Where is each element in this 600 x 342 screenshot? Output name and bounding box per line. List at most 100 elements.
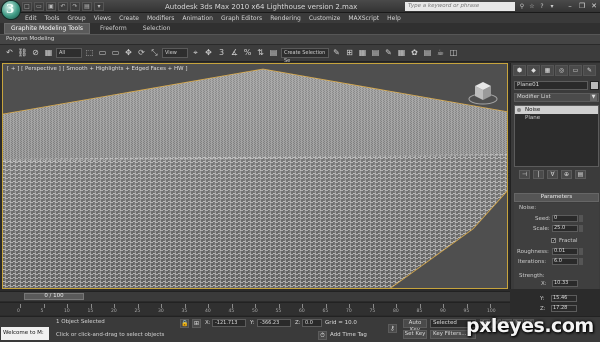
menu-customize[interactable]: Customize <box>309 15 341 22</box>
curve-editor-icon[interactable]: ✎ <box>383 47 394 59</box>
panel-polygon-modeling[interactable]: Polygon Modeling <box>6 36 54 42</box>
object-name-field[interactable]: Plane01 <box>514 81 588 90</box>
maxscript-listener-field[interactable]: Welcome to M: <box>1 327 49 340</box>
pin-stack-icon[interactable]: ⊣ <box>519 170 530 179</box>
add-time-tag-button[interactable]: Add Time Tag <box>330 332 367 338</box>
modify-tab-icon[interactable]: ◆ <box>527 65 540 76</box>
unlink-icon[interactable]: ⊘ <box>30 47 41 59</box>
snap-toggle-icon[interactable]: 3 <box>216 47 227 59</box>
iterations-field[interactable]: 6.0 <box>552 258 578 265</box>
edit-named-selection-icon[interactable]: ▤ <box>268 47 279 59</box>
restore-button[interactable]: ❐ <box>577 1 587 11</box>
object-color-swatch[interactable] <box>590 81 599 90</box>
tab-freeform[interactable]: Freeform <box>94 24 133 33</box>
undo-icon[interactable]: ↶ <box>58 2 68 11</box>
remove-modifier-icon[interactable]: ⊕ <box>561 170 572 179</box>
hierarchy-tab-icon[interactable]: ▦ <box>541 65 554 76</box>
menu-help[interactable]: Help <box>387 15 401 22</box>
strength-y-field[interactable]: 15.46 <box>551 295 577 302</box>
key-icon[interactable]: ⚷ <box>388 324 397 333</box>
spinner-snap-icon[interactable]: ⇅ <box>255 47 266 59</box>
select-rotate-icon[interactable]: ⟳ <box>136 47 147 59</box>
rectangle-selection-icon[interactable]: ▭ <box>110 47 121 59</box>
tab-graphite-modeling-tools[interactable]: Graphite Modeling Tools <box>4 23 91 34</box>
menu-create[interactable]: Create <box>119 15 139 22</box>
seed-field[interactable]: 0 <box>552 215 578 222</box>
search-input[interactable]: Type a keyword or phrase <box>405 2 515 11</box>
stack-item-plane[interactable]: Plane <box>515 114 598 122</box>
quick-access-dropdown-icon[interactable]: ▾ <box>94 2 104 11</box>
open-file-icon[interactable]: ▭ <box>34 2 44 11</box>
save-file-icon[interactable]: ▣ <box>46 2 56 11</box>
minimize-button[interactable]: – <box>565 1 575 11</box>
select-object-icon[interactable]: ⬚ <box>84 47 95 59</box>
scale-field[interactable]: 25.0 <box>552 225 578 232</box>
perspective-viewport[interactable]: [ + ] [ Perspective ] [ Smooth + Highlig… <box>2 63 508 289</box>
light-bulb-icon[interactable] <box>517 108 521 112</box>
layer-manager-icon[interactable]: ▦ <box>357 47 368 59</box>
seed-spinner[interactable] <box>579 215 583 222</box>
help-icon[interactable]: ? <box>538 2 546 11</box>
stack-item-noise[interactable]: Noise <box>515 106 598 114</box>
menu-tools[interactable]: Tools <box>45 15 60 22</box>
iterations-spinner[interactable] <box>579 258 583 265</box>
menu-modifiers[interactable]: Modifiers <box>147 15 174 22</box>
favorites-icon[interactable]: ☆ <box>528 2 536 11</box>
configure-modifier-sets-icon[interactable]: ▤ <box>575 170 586 179</box>
search-icon[interactable]: ⚲ <box>518 2 526 11</box>
z-coord-field[interactable]: 0.0 <box>302 319 322 327</box>
named-selection-sets-dropdown[interactable]: Create Selection Se <box>281 48 329 64</box>
menu-edit[interactable]: Edit <box>25 15 37 22</box>
lock-selection-icon[interactable]: 🔒 <box>180 319 189 328</box>
show-end-result-icon[interactable]: | <box>533 170 544 179</box>
fractal-checkbox[interactable]: ✓ <box>551 238 556 244</box>
new-file-icon[interactable]: □ <box>22 2 32 11</box>
pivot-center-icon[interactable]: ⌖ <box>190 47 201 59</box>
time-tag-icon[interactable]: ⏱ <box>318 331 327 340</box>
display-tab-icon[interactable]: ▭ <box>569 65 582 76</box>
percent-snap-icon[interactable]: % <box>242 47 253 59</box>
app-menu-logo-button[interactable]: 3 <box>2 1 20 19</box>
menu-graph-editors[interactable]: Graph Editors <box>221 15 262 22</box>
tab-selection[interactable]: Selection <box>137 24 177 33</box>
graphite-toggle-icon[interactable]: ▤ <box>370 47 381 59</box>
parameters-rollout-header[interactable]: Parameters <box>514 193 599 202</box>
set-key-button[interactable]: Set Key <box>403 330 427 339</box>
menu-group[interactable]: Group <box>67 15 85 22</box>
absolute-mode-icon[interactable]: ⊞ <box>192 319 201 328</box>
y-coord-field[interactable]: -366.23 <box>257 319 291 327</box>
utilities-tab-icon[interactable]: ✎ <box>583 65 596 76</box>
undo-icon[interactable]: ↶ <box>4 47 15 59</box>
strength-z-field[interactable]: 17.28 <box>551 305 577 312</box>
mirror-icon[interactable]: ✎ <box>331 47 342 59</box>
select-scale-icon[interactable]: ⤡ <box>149 47 160 59</box>
time-slider-handle[interactable]: 0 / 100 <box>24 293 84 300</box>
menu-rendering[interactable]: Rendering <box>270 15 301 22</box>
project-folder-icon[interactable]: ▤ <box>82 2 92 11</box>
roughness-field[interactable]: 0.01 <box>552 248 578 255</box>
noise-plane-wireframe[interactable] <box>3 64 508 289</box>
x-coord-field[interactable]: -121.713 <box>212 319 246 327</box>
modifier-list-dropdown[interactable]: Modifier List ▼ <box>514 93 599 102</box>
selection-filter-dropdown[interactable]: All <box>56 48 82 58</box>
link-icon[interactable]: ⛓ <box>17 47 28 59</box>
create-tab-icon[interactable]: ⬢ <box>513 65 526 76</box>
scale-spinner[interactable] <box>579 225 583 232</box>
make-unique-icon[interactable]: ∀ <box>547 170 558 179</box>
auto-key-button[interactable]: Auto Key <box>403 319 427 333</box>
angle-snap-icon[interactable]: ∡ <box>229 47 240 59</box>
bind-spacewarp-icon[interactable]: ▦ <box>43 47 54 59</box>
render-production-icon[interactable]: ◫ <box>448 47 459 59</box>
select-by-name-icon[interactable]: ▭ <box>97 47 108 59</box>
menu-maxscript[interactable]: MAXScript <box>348 15 379 22</box>
viewcube-icon[interactable] <box>467 78 499 106</box>
render-frame-icon[interactable]: ☕ <box>435 47 446 59</box>
select-move-icon[interactable]: ✥ <box>123 47 134 59</box>
close-button[interactable]: ✕ <box>589 1 599 11</box>
roughness-spinner[interactable] <box>579 248 583 255</box>
align-icon[interactable]: ⊞ <box>344 47 355 59</box>
motion-tab-icon[interactable]: ◎ <box>555 65 568 76</box>
schematic-view-icon[interactable]: ▦ <box>396 47 407 59</box>
menu-animation[interactable]: Animation <box>182 15 213 22</box>
redo-icon[interactable]: ↷ <box>70 2 80 11</box>
